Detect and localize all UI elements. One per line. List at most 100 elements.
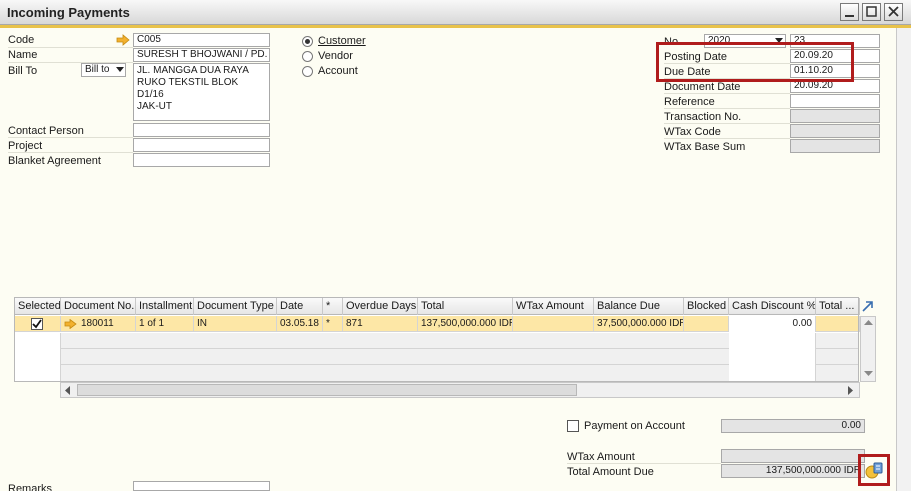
separator: [664, 93, 790, 94]
scroll-thumb[interactable]: [77, 384, 577, 396]
cell-overdue-days[interactable]: 871: [343, 316, 418, 332]
column-header[interactable]: Date: [277, 298, 323, 315]
table-row[interactable]: [15, 349, 858, 365]
maximize-button[interactable]: [862, 3, 881, 21]
cell-wtax-amount[interactable]: [513, 316, 594, 332]
total-amount-due-label: Total Amount Due: [567, 466, 654, 478]
contact-person-label: Contact Person: [8, 125, 84, 137]
empty-cell[interactable]: [729, 349, 816, 365]
minimize-icon: [845, 15, 854, 17]
contact-person-field[interactable]: [133, 123, 270, 137]
remarks-field[interactable]: [133, 481, 270, 491]
column-header[interactable]: Total: [418, 298, 513, 315]
blanket-agreement-field[interactable]: [133, 153, 270, 167]
bill-to-select[interactable]: Bill to: [81, 63, 126, 77]
wtax-amount-label: WTax Amount: [567, 451, 635, 463]
window-titlebar: Incoming Payments: [0, 0, 911, 25]
link-arrow-icon[interactable]: [64, 319, 77, 329]
table-row[interactable]: [15, 365, 858, 381]
separator: [8, 137, 133, 138]
form-scrollbar[interactable]: [896, 28, 911, 491]
column-header[interactable]: Overdue Days: [343, 298, 418, 315]
account-radio[interactable]: [302, 66, 313, 77]
reference-label: Reference: [664, 96, 715, 108]
maximize-icon: [866, 6, 877, 17]
bill-to-line: JL. MANGGA DUA RAYA: [137, 65, 249, 76]
close-button[interactable]: [884, 3, 903, 21]
column-header[interactable]: Selected: [15, 298, 61, 315]
column-header[interactable]: Balance Due: [594, 298, 684, 315]
close-icon: [888, 6, 899, 17]
remarks-label: Remarks: [8, 483, 53, 491]
name-field[interactable]: SURESH T BHOJWANI / PD. I: [133, 48, 270, 62]
code-field[interactable]: C005: [133, 33, 270, 47]
minimize-button[interactable]: [840, 3, 859, 21]
documents-table: Selected Document No. Installment Docume…: [14, 297, 873, 382]
scroll-right-icon[interactable]: [848, 386, 854, 395]
project-field[interactable]: [133, 138, 270, 152]
bill-to-line: JAK-UT: [137, 101, 172, 112]
payment-means-icon[interactable]: [865, 461, 883, 479]
chevron-down-icon: [116, 67, 124, 72]
cell-selected[interactable]: [15, 316, 61, 332]
cell-total[interactable]: 137,500,000.000 IDR: [418, 316, 513, 332]
column-header[interactable]: Blocked: [684, 298, 729, 315]
payment-on-account-checkbox[interactable]: [567, 420, 579, 432]
table-row[interactable]: 180011 1 of 1 IN 03.05.18 * 871 137,500,…: [15, 316, 860, 332]
column-header[interactable]: Document No.: [61, 298, 136, 315]
cell-document-no[interactable]: 180011: [61, 316, 136, 332]
window-title: Incoming Payments: [7, 5, 130, 20]
separator: [664, 138, 790, 139]
empty-cell[interactable]: [15, 333, 61, 349]
separator: [567, 463, 721, 464]
column-header[interactable]: Cash Discount %: [729, 298, 816, 315]
cell-star[interactable]: *: [323, 316, 343, 332]
reference-field[interactable]: [790, 94, 880, 108]
table-vertical-scrollbar[interactable]: [860, 316, 876, 382]
scroll-up-icon[interactable]: [864, 320, 873, 326]
cell-installment[interactable]: 1 of 1: [136, 316, 194, 332]
row-select-checkbox[interactable]: [31, 318, 43, 330]
wtax-base-sum-label: WTax Base Sum: [664, 141, 746, 153]
separator: [8, 152, 133, 153]
table-horizontal-scrollbar[interactable]: [60, 382, 860, 398]
customer-radio[interactable]: [302, 36, 313, 47]
cell-blocked[interactable]: [684, 316, 729, 332]
blanket-agreement-label: Blanket Agreement: [8, 155, 101, 167]
cell-date[interactable]: 03.05.18: [277, 316, 323, 332]
project-label: Project: [8, 140, 43, 152]
cell-total-more[interactable]: [816, 316, 860, 332]
scroll-down-icon[interactable]: [864, 371, 873, 377]
separator: [664, 123, 790, 124]
column-header[interactable]: WTax Amount: [513, 298, 594, 315]
column-header[interactable]: Total ...: [816, 298, 860, 315]
account-radio-label[interactable]: Account: [318, 65, 358, 77]
empty-cell[interactable]: [729, 365, 816, 381]
payment-on-account-label[interactable]: Payment on Account: [584, 420, 685, 432]
cell-document-type[interactable]: IN: [194, 316, 277, 332]
document-no-value: 180011: [81, 318, 114, 329]
empty-cell[interactable]: [729, 333, 816, 349]
vendor-radio-label[interactable]: Vendor: [318, 50, 353, 62]
customer-radio-label[interactable]: Customer: [318, 35, 366, 47]
wtax-base-sum-field: [790, 139, 880, 153]
empty-cell[interactable]: [15, 349, 61, 365]
bill-to-select-value: Bill to: [85, 64, 110, 75]
expand-columns-icon[interactable]: [861, 300, 874, 313]
column-header[interactable]: Installment: [136, 298, 194, 315]
transaction-no-field: [790, 109, 880, 123]
empty-cell[interactable]: [15, 365, 61, 381]
link-arrow-icon[interactable]: [116, 34, 130, 46]
table-row[interactable]: [15, 333, 858, 349]
column-header[interactable]: Document Type: [194, 298, 277, 315]
bill-to-label: Bill To: [8, 65, 38, 77]
cell-cash-discount[interactable]: 0.00: [729, 316, 816, 332]
bill-to-address[interactable]: JL. MANGGA DUA RAYA RUKO TEKSTIL BLOK D1…: [133, 63, 270, 121]
column-header[interactable]: *: [323, 298, 343, 315]
scroll-left-icon[interactable]: [65, 386, 71, 395]
vendor-radio[interactable]: [302, 51, 313, 62]
highlight-dates-box: [656, 42, 854, 82]
cell-balance-due[interactable]: 37,500,000.000 IDR: [594, 316, 684, 332]
total-amount-due-field: 137,500,000.000 IDR: [721, 464, 865, 478]
transaction-no-label: Transaction No.: [664, 111, 742, 123]
